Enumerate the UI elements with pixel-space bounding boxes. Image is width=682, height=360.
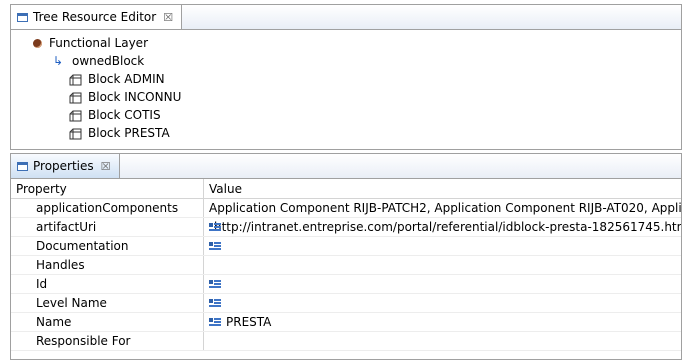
tree-item-owned-block[interactable]: ↳ ownedBlock [11,52,681,70]
tree-item-functional-layer[interactable]: Functional Layer [11,34,681,52]
property-value-cell[interactable] [204,275,681,293]
tree-item-label: ownedBlock [72,54,145,68]
column-header-value[interactable]: Value [204,179,681,198]
tree-item-label: Functional Layer [49,36,148,50]
tab-title: Tree Resource Editor [33,10,157,24]
properties-window-icon [17,161,28,171]
tree-item-block-admin[interactable]: Block ADMIN [11,70,681,88]
reference-icon: ↳ [53,54,64,68]
block-icon [69,90,83,104]
property-name-cell: artifactUri [11,218,204,236]
text-value-icon [209,241,221,251]
table-row[interactable]: applicationComponents Application Compone… [11,199,681,218]
tree-item-label: Block PRESTA [88,126,170,140]
tab-properties[interactable]: Properties ☒ [11,154,120,178]
table-row[interactable]: Documentation [11,237,681,256]
tree-item-label: Block INCONNU [88,90,182,104]
property-name-cell: Name [11,313,204,331]
tree-resource-editor-view: Tree Resource Editor ☒ Functional Layer … [10,4,682,150]
property-value-text: PRESTA [226,315,272,329]
tree-item-block-presta[interactable]: Block PRESTA [11,124,681,142]
functional-layer-icon [33,38,42,48]
table-header: Property Value [11,179,681,199]
table-row[interactable]: artifactUri http://intranet.entreprise.co… [11,218,681,237]
column-header-property[interactable]: Property [11,179,204,198]
table-body: applicationComponents Application Compone… [11,199,681,351]
resource-tree: Functional Layer ↳ ownedBlock Block ADMI… [11,30,681,142]
property-value-cell[interactable]: PRESTA [204,313,681,331]
table-row[interactable]: Id [11,275,681,294]
block-icon [69,126,83,140]
property-value-cell[interactable] [204,332,681,350]
block-icon [69,108,83,122]
tree-item-label: Block COTIS [88,108,161,122]
properties-table: Property Value applicationComponents Appl… [11,179,681,359]
property-name-cell: applicationComponents [11,199,204,217]
tab-title: Properties [33,159,94,173]
text-value-icon [209,279,221,289]
properties-tabstrip: Properties ☒ [11,154,681,179]
table-row[interactable]: Level Name [11,294,681,313]
property-name-cell: Level Name [11,294,204,312]
property-name-cell: Responsible For [11,332,204,350]
text-value-icon [209,317,221,327]
property-value-cell[interactable] [204,237,681,255]
editor-window-icon [17,12,28,22]
property-value-cell[interactable]: http://intranet.entreprise.com/portal/re… [204,218,681,236]
table-row[interactable]: Handles [11,256,681,275]
tree-item-block-cotis[interactable]: Block COTIS [11,106,681,124]
editor-tabstrip: Tree Resource Editor ☒ [11,5,681,30]
property-value-cell[interactable] [204,256,681,274]
property-name-cell: Handles [11,256,204,274]
close-icon[interactable]: ☒ [101,160,111,173]
property-name-cell: Documentation [11,237,204,255]
table-row[interactable]: Name PRESTA [11,313,681,332]
tab-tree-resource-editor[interactable]: Tree Resource Editor ☒ [11,5,183,29]
tree-item-label: Block ADMIN [88,72,165,86]
property-value-text: http://intranet.entreprise.com/portal/re… [214,220,681,234]
property-value-text: Application Component RIJB-PATCH2, Appli… [209,201,681,215]
property-value-cell[interactable] [204,294,681,312]
text-value-icon [209,298,221,308]
table-row[interactable]: Responsible For [11,332,681,351]
tree-item-block-inconnu[interactable]: Block INCONNU [11,88,681,106]
close-icon[interactable]: ☒ [163,11,173,24]
property-name-cell: Id [11,275,204,293]
block-icon [69,72,83,86]
properties-view: Properties ☒ Property Value applicationC… [10,153,682,360]
property-value-cell[interactable]: Application Component RIJB-PATCH2, Appli… [204,199,681,217]
